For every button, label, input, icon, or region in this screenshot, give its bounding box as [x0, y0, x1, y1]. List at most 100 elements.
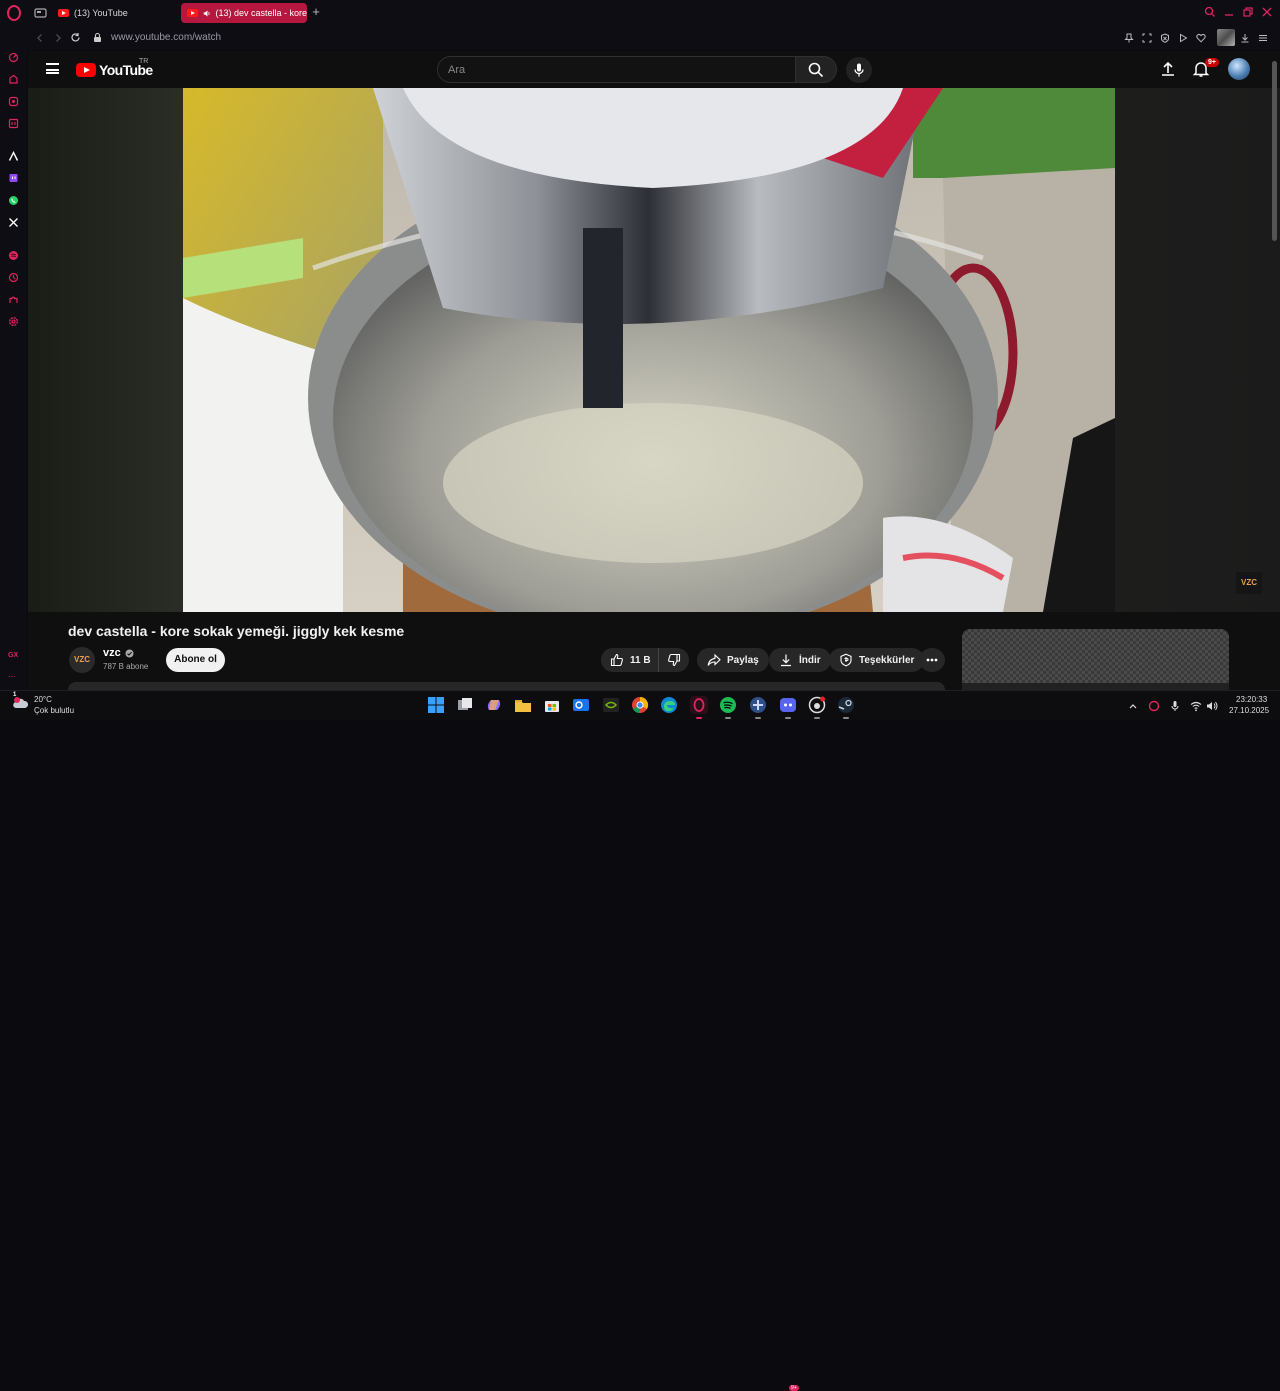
twitch-icon[interactable]: [8, 173, 19, 184]
whatsapp-icon[interactable]: [8, 195, 19, 206]
page-scrollbar[interactable]: [1272, 61, 1277, 241]
channel-avatar[interactable]: VZC: [69, 647, 95, 673]
dislike-button[interactable]: [659, 648, 689, 672]
steam-icon[interactable]: [837, 696, 855, 714]
nvidia-icon[interactable]: [602, 696, 620, 714]
search-icon: [808, 62, 824, 78]
aria-icon[interactable]: [8, 151, 19, 162]
back-icon[interactable]: [35, 33, 45, 43]
menu-icon[interactable]: [46, 63, 59, 74]
tray-overflow-chevron-icon[interactable]: [1127, 700, 1139, 712]
subscribe-button[interactable]: Abone ol: [166, 648, 225, 672]
forward-icon[interactable]: [53, 33, 63, 43]
opera-running-indicator: [696, 717, 702, 719]
chrome-icon[interactable]: [631, 696, 649, 714]
file-explorer-icon[interactable]: [514, 696, 532, 714]
weather-temperature: 20°C: [34, 695, 52, 704]
edge-icon[interactable]: [660, 696, 678, 714]
share-button[interactable]: Paylaş: [697, 648, 769, 672]
clock-time[interactable]: 23:20:33: [1236, 695, 1267, 704]
like-button[interactable]: 11 B: [601, 648, 659, 672]
video-frame[interactable]: [183, 88, 1115, 612]
close-icon[interactable]: [1260, 5, 1274, 19]
github-desktop-icon[interactable]: [808, 696, 826, 714]
youtube-logo-icon: [76, 63, 96, 77]
windows-start-icon[interactable]: [427, 696, 445, 714]
tab-youtube[interactable]: (13) YouTube: [52, 3, 176, 23]
share-icon: [707, 653, 721, 666]
history-icon[interactable]: [8, 272, 19, 283]
task-view-icon[interactable]: [456, 696, 474, 714]
gx-label[interactable]: GX: [8, 652, 18, 659]
channel-watermark[interactable]: VZC: [1236, 572, 1262, 594]
settings-icon[interactable]: [8, 316, 19, 327]
gx-control-icon[interactable]: [8, 52, 19, 63]
microphone-tray-icon[interactable]: [1169, 700, 1181, 712]
recommended-video-card[interactable]: [962, 629, 1229, 694]
voice-search-button[interactable]: [846, 57, 872, 83]
thanks-label: Teşekkürler: [859, 654, 915, 666]
tab-video-active[interactable]: (13) dev castella - kore: [181, 3, 307, 23]
thanks-button[interactable]: Teşekkürler: [829, 648, 925, 672]
search-box: [437, 56, 796, 83]
download-icon[interactable]: [1240, 33, 1250, 43]
opera-gx-taskbar-icon[interactable]: [690, 696, 708, 714]
channel-name[interactable]: vzc: [103, 647, 121, 659]
copilot-icon[interactable]: [485, 696, 503, 714]
download-button[interactable]: İndir: [769, 648, 831, 672]
weather-description: Çok bulutlu: [34, 706, 75, 715]
more-dots-icon: [926, 658, 938, 662]
verified-check-icon: [125, 649, 134, 657]
music-player-icon[interactable]: [8, 250, 19, 261]
speaker-icon[interactable]: [203, 9, 210, 18]
search-tabs-icon[interactable]: [1203, 5, 1217, 19]
heart-icon[interactable]: [1196, 33, 1206, 43]
download-icon: [781, 654, 791, 667]
shield-icon[interactable]: [1160, 33, 1170, 43]
restore-icon[interactable]: [1241, 5, 1255, 19]
region-code: TR: [139, 58, 149, 65]
snapshot-icon[interactable]: [1142, 33, 1152, 43]
volume-icon[interactable]: [1206, 700, 1218, 712]
clock-date[interactable]: 27.10.2025: [1229, 706, 1269, 715]
discord-icon[interactable]: [779, 696, 797, 714]
video-player[interactable]: VZC: [28, 88, 1280, 612]
twitch-box-icon[interactable]: [8, 118, 19, 129]
outlook-icon[interactable]: [572, 696, 590, 714]
gx-corner-icon[interactable]: [8, 74, 19, 85]
like-dislike-group: 11 B: [601, 648, 689, 672]
url-text[interactable]: www.youtube.com/watch: [111, 32, 221, 43]
microphone-icon: [854, 63, 864, 77]
channel-name-row[interactable]: vzc: [103, 647, 134, 659]
opera-sidebar: GX ...: [0, 26, 27, 694]
lock-icon[interactable]: [93, 32, 102, 43]
opera-gx-menu-icon[interactable]: [7, 5, 21, 21]
gx-store-icon[interactable]: [8, 96, 19, 107]
pin-icon[interactable]: [1124, 33, 1134, 43]
upload-icon[interactable]: [1159, 60, 1177, 78]
cloudy-weather-icon[interactable]: [12, 696, 30, 710]
new-tab-button[interactable]: +: [309, 5, 323, 19]
wifi-icon[interactable]: [1190, 700, 1202, 712]
game-launcher-icon[interactable]: [749, 696, 767, 714]
extensions-icon[interactable]: [8, 294, 19, 305]
minimize-icon[interactable]: [1222, 5, 1236, 19]
microsoft-store-icon[interactable]: [543, 696, 561, 714]
x-twitter-icon[interactable]: [8, 217, 19, 228]
reload-icon[interactable]: [70, 32, 81, 43]
profile-avatar[interactable]: [1217, 29, 1235, 46]
tab-island-icon[interactable]: [34, 7, 47, 19]
weather-badge: 1: [13, 692, 17, 698]
notification-badge: 9+: [1205, 58, 1219, 67]
sidebar-more[interactable]: ...: [8, 669, 16, 679]
thumbs-down-icon: [668, 653, 681, 667]
easy-setup-menu-icon[interactable]: [1258, 33, 1268, 43]
github-running-indicator: [814, 717, 820, 719]
search-input[interactable]: [448, 62, 778, 78]
spotify-icon[interactable]: [719, 696, 737, 714]
more-actions-button[interactable]: [919, 648, 945, 672]
account-avatar[interactable]: [1228, 58, 1250, 80]
search-button[interactable]: [795, 56, 837, 83]
player-icon[interactable]: [1178, 33, 1188, 43]
opera-tray-icon[interactable]: [1148, 700, 1160, 712]
